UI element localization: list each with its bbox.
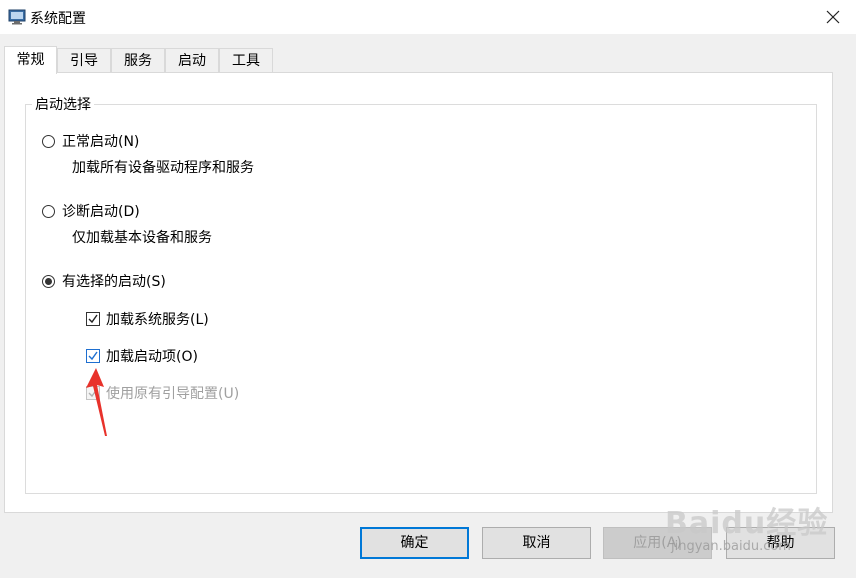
help-button[interactable]: 帮助 (726, 527, 835, 559)
diagnostic-startup-description: 仅加载基本设备和服务 (72, 230, 212, 246)
checkmark-icon (88, 351, 98, 361)
checkbox-label: 使用原有引导配置(U) (106, 386, 240, 402)
radio-label: 有选择的启动(S) (62, 274, 166, 290)
system-config-icon (8, 9, 26, 25)
checkbox-box (86, 349, 100, 363)
title-bar: 系统配置 (0, 0, 856, 34)
general-panel: 启动选择 正常启动(N) 加载所有设备驱动程序和服务 诊断启动(D) 仅加载基本… (4, 72, 833, 513)
tab-boot[interactable]: 引导 (57, 48, 111, 72)
tab-startup[interactable]: 启动 (165, 48, 219, 72)
radio-circle-selected (42, 274, 55, 288)
ok-button[interactable]: 确定 (360, 527, 469, 559)
radio-circle (42, 134, 55, 148)
checkbox-label: 加载启动项(O) (106, 349, 198, 365)
window-title: 系统配置 (30, 11, 86, 27)
checkbox-load-startup-items[interactable]: 加载启动项(O) (86, 346, 198, 366)
radio-normal-startup[interactable]: 正常启动(N) (42, 131, 139, 151)
checkbox-label: 加载系统服务(L) (106, 312, 209, 328)
normal-startup-description: 加载所有设备驱动程序和服务 (72, 160, 254, 176)
tab-tools[interactable]: 工具 (219, 48, 273, 72)
close-icon (826, 10, 840, 24)
checkbox-load-system-services[interactable]: 加载系统服务(L) (86, 309, 209, 329)
tab-services[interactable]: 服务 (111, 48, 165, 72)
tab-general[interactable]: 常规 (4, 46, 57, 74)
checkbox-box (86, 312, 100, 326)
close-button[interactable] (810, 0, 856, 34)
checkmark-icon (88, 314, 98, 324)
apply-button: 应用(A) (603, 527, 712, 559)
radio-diagnostic-startup[interactable]: 诊断启动(D) (42, 201, 140, 221)
group-label: 启动选择 (32, 94, 94, 114)
red-arrow-annotation (86, 368, 107, 436)
cancel-button[interactable]: 取消 (482, 527, 591, 559)
radio-label: 诊断启动(D) (62, 204, 140, 220)
radio-circle (42, 204, 55, 218)
radio-label: 正常启动(N) (62, 134, 140, 150)
radio-selective-startup[interactable]: 有选择的启动(S) (42, 271, 166, 291)
